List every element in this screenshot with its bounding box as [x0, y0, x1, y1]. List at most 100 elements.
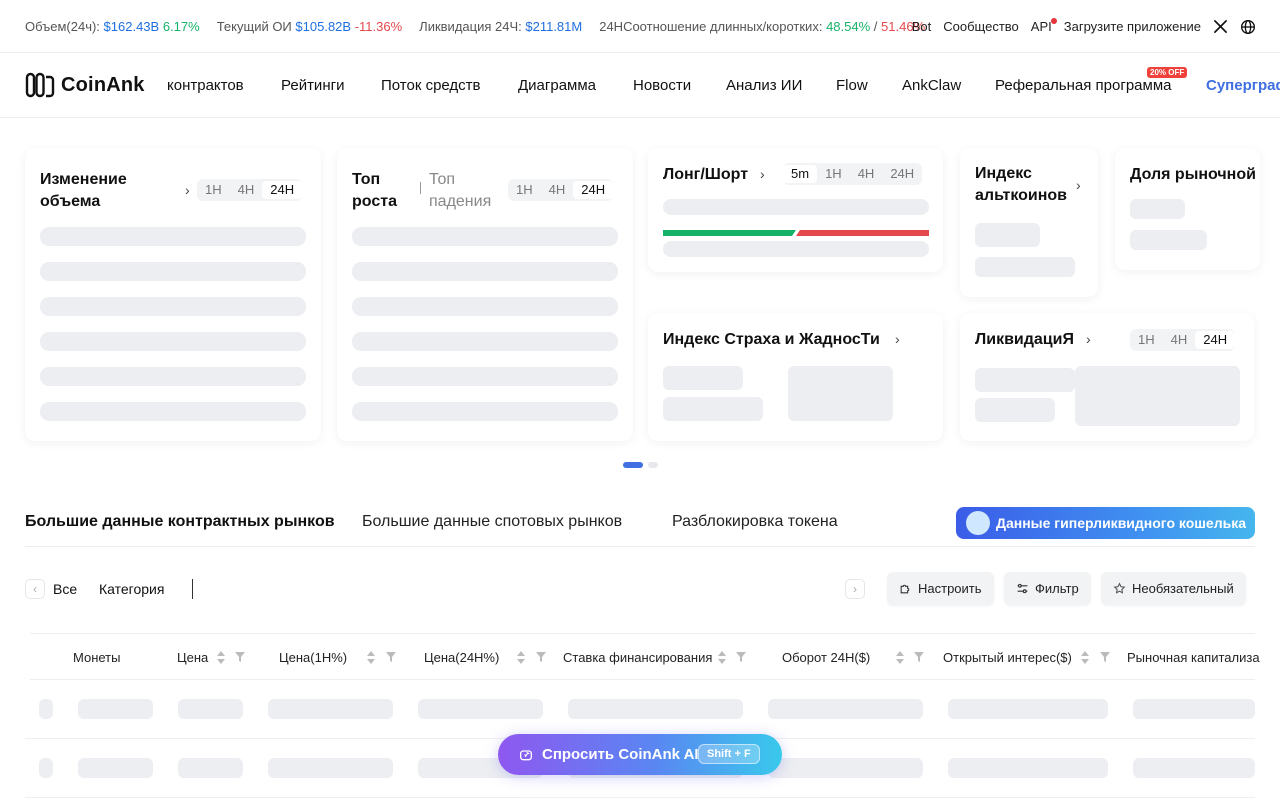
funnel-icon[interactable]: [386, 652, 396, 662]
sort-icon[interactable]: [517, 651, 525, 664]
carousel-dot-active[interactable]: [623, 462, 643, 468]
optional-button[interactable]: Необязательный: [1101, 572, 1246, 605]
scroll-right-icon[interactable]: ›: [845, 579, 865, 599]
column-coins[interactable]: Монеты: [73, 650, 120, 665]
liquidation-title: ЛиквидациЯ: [975, 331, 1074, 348]
top-losers-tab[interactable]: Топ падения: [429, 169, 509, 213]
community-link[interactable]: Сообщество: [943, 19, 1019, 34]
period-4h[interactable]: 4H: [541, 181, 574, 199]
download-app-link[interactable]: Загрузите приложение: [1064, 19, 1201, 34]
column-turnover-24h[interactable]: Оборот 24Н($): [782, 650, 870, 665]
bot-link[interactable]: Bot: [912, 19, 932, 34]
sort-icon[interactable]: [367, 651, 375, 664]
chevron-right-icon[interactable]: ›: [1076, 177, 1081, 193]
tab-contract-markets[interactable]: Большие данные контрактных рынков: [25, 513, 335, 531]
funnel-icon[interactable]: [736, 652, 746, 662]
nav-item-ankclaw[interactable]: AnkClaw: [902, 77, 961, 94]
period-4h[interactable]: 4H: [850, 165, 883, 183]
customize-button[interactable]: Настроить: [887, 572, 994, 605]
nav-item-chart[interactable]: Диаграмма: [518, 77, 596, 94]
skeleton-row: [40, 367, 306, 386]
nav-item-supergraph[interactable]: Суперграф: [1206, 77, 1280, 94]
column-market-cap[interactable]: Рыночная капитализа: [1127, 650, 1260, 665]
filter-all[interactable]: Все: [53, 581, 77, 597]
notification-dot-icon: [1050, 18, 1057, 24]
period-4h[interactable]: 4H: [230, 181, 263, 199]
tab-spot-markets[interactable]: Большие данные спотовых рынков: [362, 513, 622, 531]
period-24h[interactable]: 24H: [1195, 331, 1236, 349]
period-1h[interactable]: 1H: [197, 181, 230, 199]
filter-category[interactable]: Категория: [99, 581, 164, 597]
globe-icon[interactable]: [1240, 19, 1256, 35]
skeleton-row: [40, 297, 306, 316]
period-4h[interactable]: 4H: [1163, 331, 1196, 349]
sort-icon[interactable]: [896, 651, 904, 664]
period-24h[interactable]: 24H: [882, 165, 922, 183]
nav-item-flow[interactable]: Flow: [836, 77, 868, 94]
row-divider: [25, 797, 1255, 798]
period-1h[interactable]: 1H: [817, 165, 850, 183]
funnel-icon[interactable]: [914, 652, 924, 662]
sort-icon[interactable]: [1081, 651, 1089, 664]
skeleton-cell: [1133, 699, 1255, 719]
column-price-1h[interactable]: Цена(1Н%): [279, 650, 347, 665]
column-price-24h[interactable]: Цена(24Н%): [424, 650, 499, 665]
coinank-logo[interactable]: CoinAnk: [25, 71, 145, 99]
skeleton-row: [40, 402, 306, 421]
nav-item-fund-flow[interactable]: Поток средств: [381, 77, 481, 94]
period-24h[interactable]: 24H: [573, 181, 614, 199]
skeleton-block: [663, 397, 763, 421]
funnel-icon[interactable]: [1100, 652, 1110, 662]
ask-ai-button[interactable]: Спросить CoinAnk AI Shift + F: [498, 734, 782, 775]
sort-icon[interactable]: [217, 651, 225, 664]
column-open-interest[interactable]: Открытый интерес($): [943, 650, 1072, 665]
scroll-left-icon[interactable]: ‹: [25, 579, 45, 599]
hyperliquid-wallet-button[interactable]: Данные гиперликвидного кошелька: [956, 507, 1255, 539]
funnel-icon[interactable]: [536, 652, 546, 662]
skeleton-row: [40, 332, 306, 351]
skeleton-row: [352, 262, 618, 281]
short-ratio-fill: [796, 230, 929, 236]
skeleton-cell: [178, 699, 243, 719]
chevron-right-icon[interactable]: ›: [1086, 331, 1091, 347]
top-gainers-tab[interactable]: Топ роста: [352, 169, 412, 213]
api-link[interactable]: API: [1031, 18, 1057, 34]
nav-item-contracts[interactable]: контрактов: [167, 77, 244, 94]
skeleton-cell: [768, 758, 923, 778]
x-twitter-icon[interactable]: [1213, 19, 1228, 34]
nav-item-referral[interactable]: Реферальная программа: [995, 77, 1171, 94]
skeleton-block: [975, 257, 1075, 277]
column-price[interactable]: Цена: [177, 650, 208, 665]
skeleton-block: [975, 368, 1075, 392]
period-24h[interactable]: 24H: [262, 181, 303, 199]
filter-button[interactable]: Фильтр: [1004, 572, 1091, 605]
period-1h[interactable]: 1H: [508, 181, 541, 199]
skeleton-row: [352, 227, 618, 246]
skeleton-cell: [78, 699, 153, 719]
ticker-oi: Текущий ОИ $105.82B -11.36%: [217, 19, 402, 34]
liquidation-period-selector: 1H 4H 24H: [1130, 329, 1236, 351]
skeleton-row: [352, 332, 618, 351]
chevron-right-icon[interactable]: ›: [895, 331, 900, 347]
nav-item-ratings[interactable]: Рейтинги: [281, 77, 344, 94]
skeleton-cell: [768, 699, 923, 719]
funnel-icon[interactable]: [235, 652, 245, 662]
altcoin-index-title: Индекс альткоинов: [975, 165, 1068, 204]
tab-token-unlock[interactable]: Разблокировка токена: [672, 513, 838, 531]
sort-icon[interactable]: [718, 651, 726, 664]
star-icon: [1113, 582, 1126, 594]
column-funding-rate[interactable]: Ставка финансирования: [563, 650, 712, 665]
skeleton-block: [663, 366, 743, 390]
market-share-title: Доля рыночной: [1130, 166, 1256, 183]
top-period-selector: 1H 4H 24H: [508, 179, 614, 201]
ticker-volume-change: 6.17%: [162, 18, 200, 34]
period-1h[interactable]: 1H: [1130, 331, 1163, 349]
nav-item-ai-analysis[interactable]: Анализ ИИ: [726, 77, 802, 94]
period-5m[interactable]: 5m: [783, 165, 818, 183]
carousel-dot[interactable]: [648, 462, 658, 468]
top-movers-card: Топ роста Топ падения 1H 4H 24H: [337, 148, 633, 441]
chevron-right-icon[interactable]: ›: [185, 182, 190, 198]
discount-badge: 20% OFF: [1147, 67, 1188, 78]
chevron-right-icon[interactable]: ›: [760, 166, 765, 182]
nav-item-news[interactable]: Новости: [633, 77, 691, 94]
